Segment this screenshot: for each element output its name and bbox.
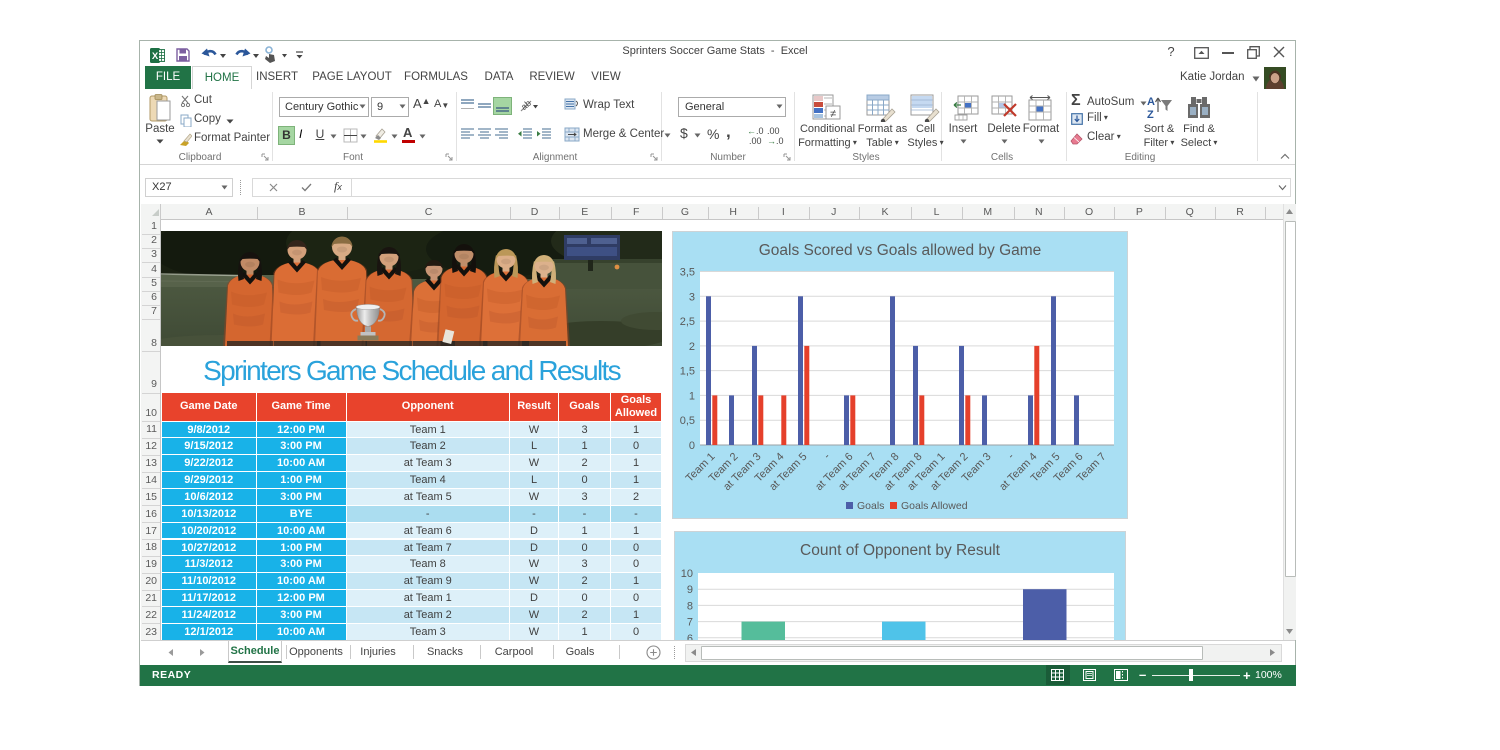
- svg-text:1,5: 1,5: [680, 366, 695, 378]
- svg-text:2,5: 2,5: [680, 316, 695, 328]
- svg-text:8: 8: [687, 600, 693, 612]
- svg-text:7: 7: [687, 617, 693, 629]
- svg-text:Count of Opponent by Result: Count of Opponent by Result: [800, 542, 1001, 559]
- svg-text:1: 1: [689, 390, 695, 402]
- svg-text:≠: ≠: [830, 108, 836, 120]
- svg-text:0: 0: [689, 440, 695, 452]
- svg-text:10: 10: [681, 568, 693, 580]
- svg-text:X: X: [152, 51, 159, 62]
- svg-text:6: 6: [687, 633, 693, 640]
- svg-text:3: 3: [689, 291, 695, 303]
- svg-text:9: 9: [687, 584, 693, 596]
- svg-text:Goals Allowed: Goals Allowed: [901, 500, 968, 512]
- svg-text:A: A: [1147, 96, 1155, 108]
- svg-text:3,5: 3,5: [680, 267, 695, 279]
- svg-text:2: 2: [689, 341, 695, 353]
- svg-text:ab: ab: [519, 98, 533, 112]
- svg-text:Z: Z: [1147, 109, 1154, 121]
- svg-text:Goals: Goals: [857, 500, 884, 512]
- svg-text:Goals Scored vs Goals allowed: Goals Scored vs Goals allowed by Game: [759, 242, 1042, 259]
- svg-text:0,5: 0,5: [680, 415, 695, 427]
